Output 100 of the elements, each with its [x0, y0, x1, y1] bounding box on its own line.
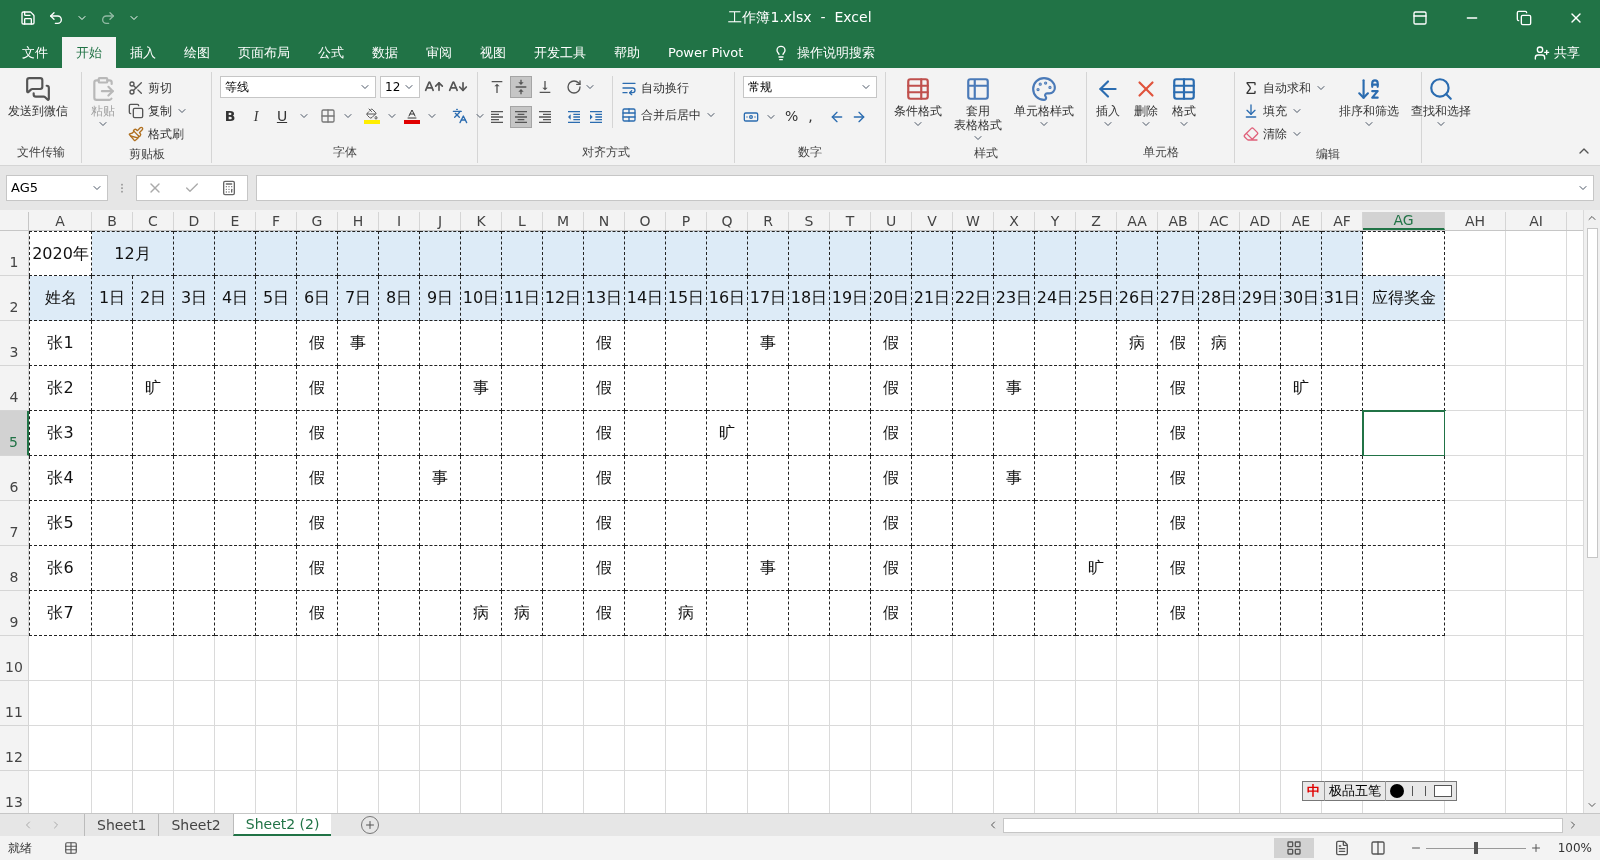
column-header[interactable]: AC: [1199, 212, 1240, 230]
row-header[interactable]: 3: [0, 321, 29, 366]
font-style-button[interactable]: B: [220, 106, 240, 126]
ribbon-button[interactable]: 自动换行: [617, 76, 721, 99]
column-header[interactable]: D: [174, 212, 215, 230]
row-header[interactable]: 4: [0, 366, 29, 411]
row-header[interactable]: 5: [0, 411, 29, 456]
ribbon-tab[interactable]: 数据: [358, 37, 412, 68]
column-header[interactable]: N: [584, 212, 625, 230]
column-header[interactable]: W: [953, 212, 994, 230]
ribbon-tab[interactable]: 页面布局: [224, 37, 304, 68]
row-header[interactable]: 12: [0, 726, 29, 771]
ribbon-button[interactable]: 插入: [1091, 76, 1125, 130]
column-header[interactable]: B: [92, 212, 133, 230]
share-button[interactable]: 共享: [1534, 37, 1600, 68]
column-header[interactable]: Z: [1076, 212, 1117, 230]
number-style-button[interactable]: %: [783, 106, 801, 127]
ribbon-tab[interactable]: 开始: [62, 37, 116, 68]
ribbon-button[interactable]: 单元格样式: [1010, 76, 1078, 144]
column-header[interactable]: X: [994, 212, 1035, 230]
column-header[interactable]: A: [29, 212, 92, 230]
ribbon-button[interactable]: 填充: [1239, 99, 1331, 122]
column-header[interactable]: U: [871, 212, 912, 230]
table-cell: 假: [871, 501, 912, 546]
row-header[interactable]: 10: [0, 636, 29, 681]
ribbon-button[interactable]: 删除: [1129, 76, 1163, 130]
ribbon-tab[interactable]: Power Pivot: [654, 37, 758, 68]
column-header[interactable]: V: [912, 212, 953, 230]
tell-me-search[interactable]: 操作说明搜索: [773, 37, 876, 68]
column-header[interactable]: O: [625, 212, 666, 230]
ribbon-tab[interactable]: 插入: [116, 37, 170, 68]
row-header[interactable]: 8: [0, 546, 29, 591]
row-header[interactable]: 11: [0, 681, 29, 726]
column-header[interactable]: T: [830, 212, 871, 230]
ribbon-tab[interactable]: 文件: [8, 37, 62, 68]
column-header[interactable]: K: [461, 212, 502, 230]
table-cell: 事: [748, 321, 789, 366]
ribbon-tab[interactable]: 审阅: [412, 37, 466, 68]
column-header[interactable]: I: [379, 212, 420, 230]
ime-toolbar[interactable]: 中 极品五笔: [1302, 781, 1457, 801]
column-header[interactable]: AD: [1240, 212, 1281, 230]
column-header[interactable]: F: [256, 212, 297, 230]
table-cell: 病: [1117, 321, 1158, 366]
ribbon-button[interactable]: 复制: [124, 99, 192, 122]
ribbon-button[interactable]: 合并后居中: [617, 103, 721, 126]
column-header[interactable]: J: [420, 212, 461, 230]
column-header[interactable]: S: [789, 212, 830, 230]
column-header[interactable]: R: [748, 212, 789, 230]
column-header[interactable]: AI: [1506, 212, 1567, 230]
ime-mode[interactable]: 中: [1303, 781, 1325, 801]
column-header[interactable]: P: [666, 212, 707, 230]
column-header[interactable]: Q: [707, 212, 748, 230]
ribbon-button[interactable]: 格式: [1167, 76, 1201, 130]
font-size-field[interactable]: 12: [380, 76, 420, 98]
column-header[interactable]: AG: [1363, 212, 1445, 230]
table-cell: 假: [584, 591, 625, 636]
column-header[interactable]: Y: [1035, 212, 1076, 230]
name-box[interactable]: AG5: [6, 175, 108, 201]
table-cell: 2日: [133, 276, 174, 321]
font-name-field[interactable]: 等线: [220, 76, 376, 98]
ribbon-tab[interactable]: 开发工具: [520, 37, 600, 68]
sheet-tab[interactable]: Sheet2 (2): [232, 814, 332, 836]
column-header[interactable]: M: [543, 212, 584, 230]
column-header[interactable]: G: [297, 212, 338, 230]
ribbon-button[interactable]: 清除: [1239, 122, 1331, 145]
row-header[interactable]: 1: [0, 231, 29, 276]
ribbon-tab[interactable]: 公式: [304, 37, 358, 68]
font-style-button[interactable]: I: [246, 106, 266, 126]
column-header[interactable]: H: [338, 212, 379, 230]
column-header[interactable]: E: [215, 212, 256, 230]
row-header[interactable]: 2: [0, 276, 29, 321]
ribbon-button[interactable]: 自动求和: [1239, 76, 1331, 99]
group-label: 数字: [797, 144, 823, 161]
table-cell: 姓名: [29, 276, 92, 321]
column-header[interactable]: AH: [1445, 212, 1506, 230]
column-header[interactable]: AA: [1117, 212, 1158, 230]
ribbon-button[interactable]: 排序和筛选: [1335, 76, 1403, 145]
table-cell: 假: [1158, 501, 1199, 546]
ribbon-button[interactable]: 查找和选择: [1407, 76, 1475, 145]
ribbon-button[interactable]: 套用 表格格式: [950, 76, 1006, 144]
ribbon-tab[interactable]: 帮助: [600, 37, 654, 68]
number-format-field[interactable]: 常规: [743, 76, 877, 98]
table-cell: 12日: [543, 276, 584, 321]
ribbon-button[interactable]: 条件格式: [890, 76, 946, 144]
ribbon-button[interactable]: 剪切: [124, 76, 192, 99]
column-header[interactable]: AB: [1158, 212, 1199, 230]
table-cell: 9日: [420, 276, 461, 321]
number-style-button[interactable]: ,: [806, 106, 815, 127]
column-header[interactable]: C: [133, 212, 174, 230]
ribbon-tab[interactable]: 视图: [466, 37, 520, 68]
ribbon-tab[interactable]: 绘图: [170, 37, 224, 68]
row-header[interactable]: 7: [0, 501, 29, 546]
font-style-button[interactable]: U: [272, 106, 292, 126]
column-header[interactable]: L: [502, 212, 543, 230]
column-header[interactable]: AE: [1281, 212, 1322, 230]
row-header[interactable]: 13: [0, 771, 29, 813]
row-header[interactable]: 6: [0, 456, 29, 501]
ribbon-button[interactable]: 格式刷: [124, 122, 192, 145]
row-header[interactable]: 9: [0, 591, 29, 636]
ribbon-button[interactable]: 发送到微信: [4, 76, 72, 118]
